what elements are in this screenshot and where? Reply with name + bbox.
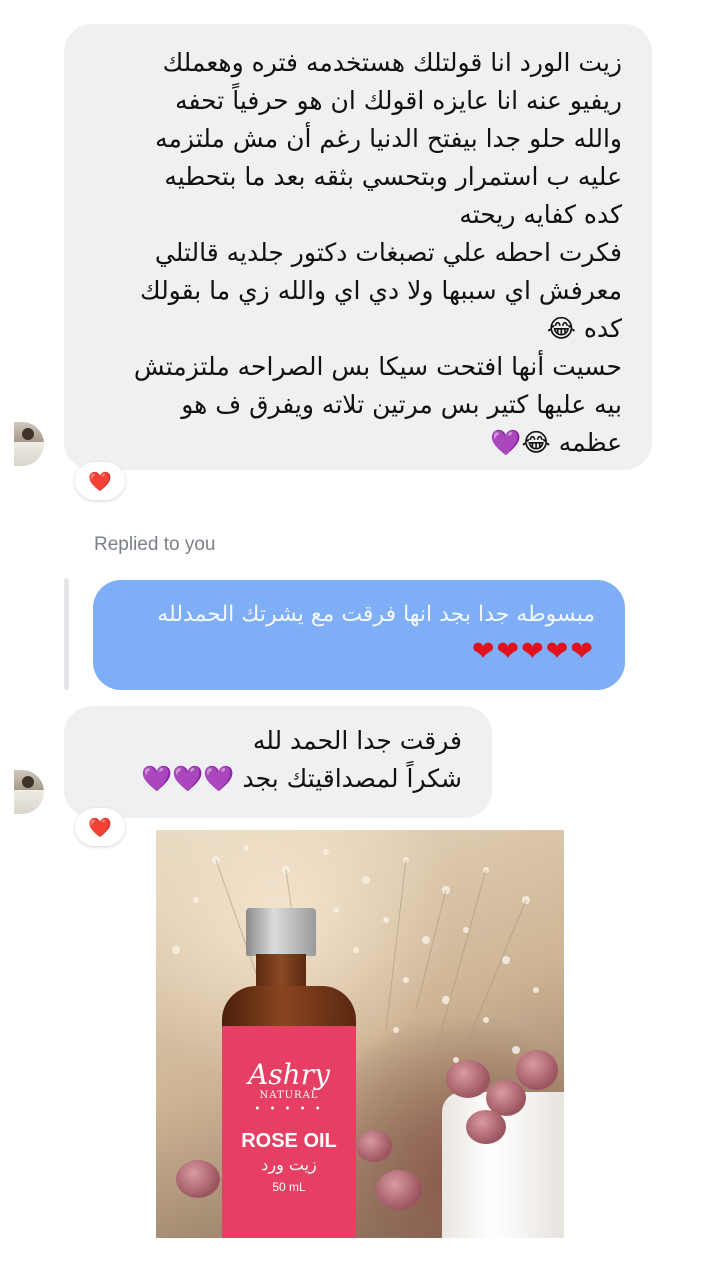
product-name-arabic: زيت ورد bbox=[261, 1155, 317, 1174]
rose-bud bbox=[176, 1160, 220, 1198]
bottle-neck bbox=[256, 954, 306, 990]
message-line: شكراً لمصداقيتك بجد 💜💜💜 bbox=[141, 764, 462, 793]
message-line: والله حلو جدا بيفتح الدنيا رغم أن مش ملت… bbox=[155, 124, 622, 153]
message-line: كده كفايه ريحته bbox=[459, 200, 622, 229]
brand-logo: Ashry bbox=[248, 1058, 330, 1091]
brand-subtitle: NATURAL bbox=[259, 1090, 319, 1101]
message-line: كده 😂 bbox=[546, 314, 622, 343]
rose-bud bbox=[466, 1110, 506, 1144]
rose-bud bbox=[516, 1050, 558, 1090]
reply-quote-bar bbox=[64, 578, 69, 690]
rose-bud bbox=[356, 1130, 392, 1162]
message-line: زيت الورد انا قولتلك هستخدمه فتره وهعملك bbox=[162, 48, 622, 77]
reply-text: مبسوطه جدا بجد انها فرقت مع يشرتك الحمدل… bbox=[157, 602, 595, 627]
sender-avatar[interactable] bbox=[14, 422, 44, 466]
message-line: حسيت أنها افتحت سيكا بس الصراحه ملتزمتش bbox=[133, 352, 622, 381]
rose-oil-photo[interactable]: Ashry NATURAL • • • • • ROSE OIL زيت ورد… bbox=[156, 830, 564, 1238]
heart-icon: ❤️ bbox=[88, 470, 112, 493]
heart-reaction[interactable]: ❤️ bbox=[75, 462, 125, 500]
incoming-message-bubble[interactable]: فرقت جدا الحمد لله شكراً لمصداقيتك بجد 💜… bbox=[64, 706, 492, 818]
message-line: عليه ب استمرار وبتحسي بثقه بعد ما بتحطيه bbox=[164, 162, 622, 191]
sender-avatar[interactable] bbox=[14, 770, 44, 814]
heart-icon: ❤️ bbox=[88, 816, 112, 839]
incoming-message-bubble[interactable]: زيت الورد انا قولتلك هستخدمه فتره وهعملك… bbox=[64, 24, 652, 470]
product-name: ROSE OIL bbox=[241, 1130, 337, 1152]
message-line: بيه عليها كتير بس مرتين تلاته ويفرق ف هو bbox=[181, 390, 622, 419]
product-volume: 50 mL bbox=[272, 1180, 306, 1194]
outgoing-reply-bubble[interactable]: مبسوطه جدا بجد انها فرقت مع يشرتك الحمدل… bbox=[93, 580, 625, 690]
bottle-label: Ashry NATURAL • • • • • ROSE OIL زيت ورد… bbox=[222, 1026, 356, 1238]
bottle-cap bbox=[246, 908, 316, 956]
message-line: ريفيو عنه انا عايزه اقولك ان هو حرفياً ت… bbox=[175, 86, 622, 115]
message-line: فرقت جدا الحمد لله bbox=[252, 726, 462, 755]
label-dots: • • • • • bbox=[254, 1104, 324, 1115]
heart-reaction[interactable]: ❤️ bbox=[75, 808, 125, 846]
message-line: معرفش اي سببها ولا دي اي والله زي ما بقو… bbox=[140, 276, 622, 305]
rose-bud bbox=[446, 1060, 490, 1098]
message-line: عظمه 😂💜 bbox=[490, 428, 622, 457]
message-line: فكرت احطه علي تصبغات دكتور جلديه قالتلي bbox=[154, 238, 622, 267]
heart-icon: ❤❤❤❤❤ bbox=[471, 636, 595, 667]
replied-to-you-label: Replied to you bbox=[94, 534, 216, 555]
rose-bud bbox=[376, 1170, 422, 1210]
